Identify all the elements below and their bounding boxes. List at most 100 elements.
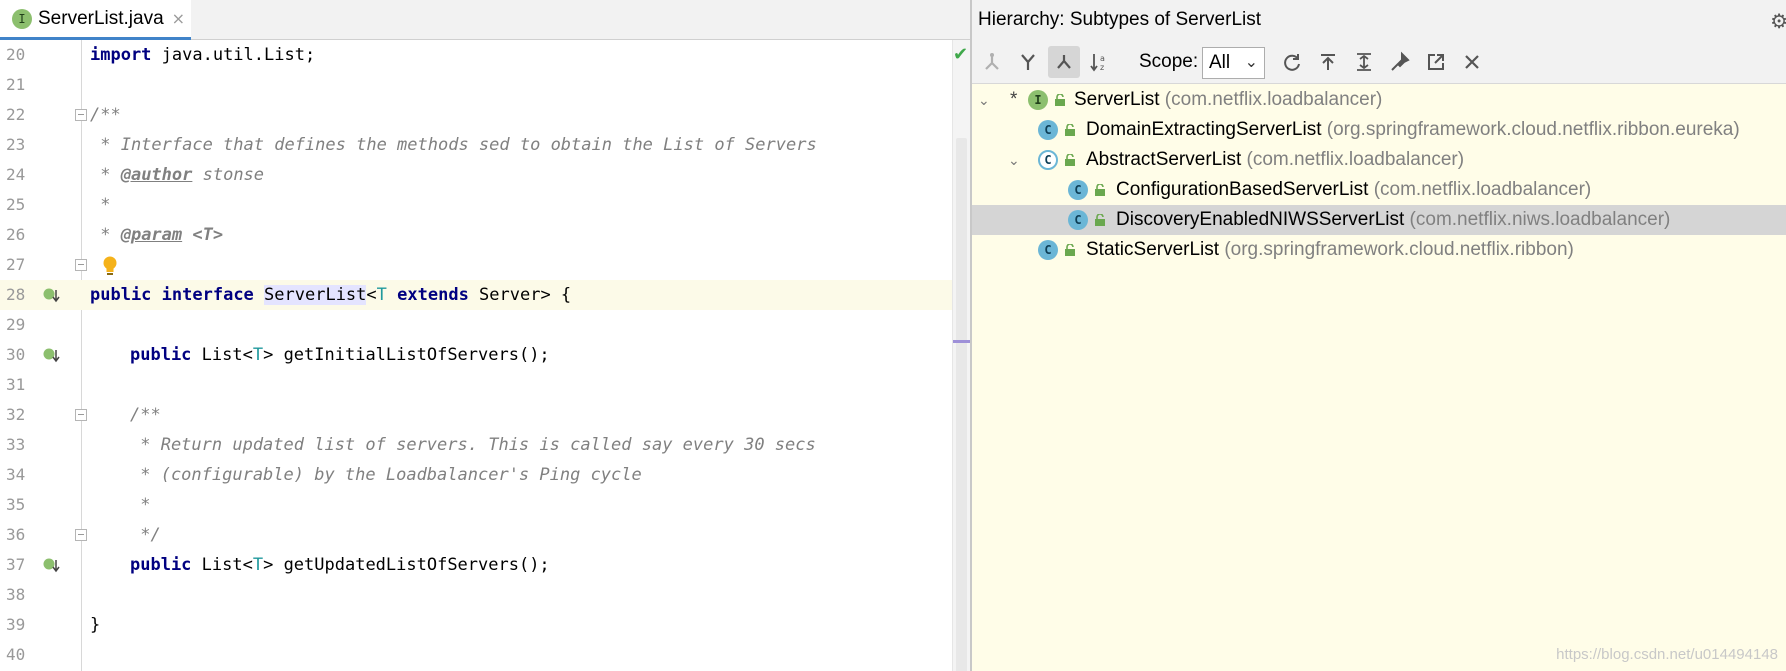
public-access-icon [1055, 94, 1065, 106]
public-access-icon [1065, 154, 1075, 166]
code-line-38[interactable]: 38 [0, 580, 970, 610]
export-button[interactable] [1312, 46, 1344, 78]
implemented-method-icon[interactable] [43, 287, 60, 304]
code-line-29[interactable]: 29 [0, 310, 970, 340]
tree-node-discoveryenabledniwsserverlist[interactable]: C DiscoveryEnabledNIWSServerList (com.ne… [972, 205, 1786, 235]
close-icon[interactable]: × [172, 9, 185, 28]
expand-all-button[interactable] [1348, 46, 1380, 78]
line-number: 31 [6, 375, 26, 394]
code-comment: * @param <T> [90, 220, 223, 250]
sort-alphabetically-button[interactable]: az [1084, 46, 1116, 78]
implemented-method-icon[interactable] [43, 347, 60, 364]
keyword: public [130, 555, 192, 575]
code-text: } [90, 615, 101, 635]
error-stripe-mark[interactable] [953, 340, 971, 343]
open-in-window-button[interactable] [1420, 46, 1452, 78]
editor-tab-bar: I ServerList.java × [0, 0, 970, 40]
code-line-24[interactable]: 24 * @author stonse [0, 160, 970, 190]
keyword: interface [161, 285, 254, 305]
code-line-35[interactable]: 35 * [0, 490, 970, 520]
type-parameter: T [252, 555, 264, 575]
fold-marker-icon[interactable] [75, 109, 87, 121]
code-editor[interactable]: I ServerList.java × 20 import java.util.… [0, 0, 971, 671]
code-line-31[interactable]: 31 [0, 370, 970, 400]
line-number: 35 [6, 495, 26, 514]
tab-label: ServerList.java [38, 7, 164, 29]
code-line-33[interactable]: 33 * Return updated list of servers. Thi… [0, 430, 970, 460]
class-icon: C [1038, 120, 1058, 140]
code-line-25[interactable]: 25 * [0, 190, 970, 220]
fold-marker-icon[interactable] [75, 259, 87, 271]
scope-dropdown[interactable]: All ⌄ [1202, 47, 1265, 79]
gear-icon[interactable]: ⚙ [1770, 9, 1786, 34]
identifier-highlight[interactable]: ServerList [264, 285, 367, 305]
code-line-26[interactable]: 26 * @param <T> [0, 220, 970, 250]
code-text: public List<T> getUpdatedListOfServers()… [130, 550, 550, 580]
tree-node-configurationbasedserverlist[interactable]: C ConfigurationBasedServerList (com.netf… [972, 175, 1786, 205]
code-comment: * [90, 195, 111, 215]
code-line-27[interactable]: 27 [0, 250, 970, 280]
code-line-23[interactable]: 23 * Interface that defines the methods … [0, 130, 970, 160]
implemented-method-icon[interactable] [43, 557, 60, 574]
code-comment: * (configurable) by the Loadbalancer's P… [130, 465, 642, 485]
code-line-21[interactable]: 21 [0, 70, 970, 100]
tree-node-serverlist[interactable]: ⌄ * I ServerList (com.netflix.loadbalanc… [972, 85, 1786, 115]
code-line-34[interactable]: 34 * (configurable) by the Loadbalancer'… [0, 460, 970, 490]
code-token: < [366, 285, 377, 305]
chevron-down-icon: ⌄ [1244, 54, 1258, 71]
javadoc-tag: @param [120, 225, 183, 245]
code-area[interactable]: 20 import java.util.List; 21 22 /** 23 *… [0, 40, 970, 671]
subtypes-hierarchy-button[interactable] [1048, 46, 1080, 78]
code-comment: */ [130, 525, 161, 545]
scope-label: Scope: [1139, 51, 1199, 72]
line-number: 24 [6, 165, 26, 184]
line-number: 22 [6, 105, 26, 124]
tree-node-abstractserverlist[interactable]: ⌄ C AbstractServerList (com.netflix.load… [972, 145, 1786, 175]
tree-node-label: StaticServerList (org.springframework.cl… [1086, 239, 1574, 261]
tree-node-staticserverlist[interactable]: C StaticServerList (org.springframework.… [972, 235, 1786, 265]
package-name: (com.netflix.loadbalancer) [1241, 149, 1465, 170]
editor-scrollbar[interactable] [952, 40, 971, 671]
code-line-22[interactable]: 22 /** [0, 100, 970, 130]
code-comment: /** [130, 405, 161, 425]
tree-node-label: ServerList (com.netflix.loadbalancer) [1074, 89, 1382, 111]
keyword: public [130, 345, 192, 365]
code-line-20[interactable]: 20 import java.util.List; [0, 40, 970, 70]
chevron-down-icon[interactable]: ⌄ [1008, 152, 1020, 169]
lightbulb-icon[interactable] [100, 255, 120, 277]
fold-marker-icon[interactable] [75, 409, 87, 421]
class-name: StaticServerList [1086, 239, 1220, 260]
line-number: 26 [6, 225, 26, 244]
code-line-37[interactable]: 37 public List<T> getUpdatedListOfServer… [0, 550, 970, 580]
sort-alpha-icon: az [1090, 54, 1105, 72]
code-comment: * @author stonse [90, 160, 264, 190]
code-comment: /** [90, 105, 121, 125]
code-line-28[interactable]: 28 public interface ServerList<T extends… [0, 280, 970, 310]
code-line-32[interactable]: 32 /** [0, 400, 970, 430]
class-icon: C [1038, 240, 1058, 260]
code-line-36[interactable]: 36 */ [0, 520, 970, 550]
supertypes-hierarchy-button[interactable] [976, 46, 1008, 78]
comment-prefix: * [90, 165, 121, 185]
code-line-40[interactable]: 40 [0, 640, 970, 670]
code-line-39[interactable]: 39 } [0, 610, 970, 640]
tab-serverlist-java[interactable]: I ServerList.java × [0, 0, 191, 40]
fold-marker-icon[interactable] [75, 529, 87, 541]
refresh-button[interactable] [1276, 46, 1308, 78]
code-line-30[interactable]: 30 public List<T> getInitialListOfServer… [0, 340, 970, 370]
line-number: 40 [6, 645, 26, 664]
line-number: 27 [6, 255, 26, 274]
close-button[interactable] [1456, 46, 1488, 78]
pin-button[interactable] [1384, 46, 1416, 78]
check-icon[interactable]: ✔ [953, 44, 968, 65]
refresh-icon [1284, 54, 1300, 71]
type-hierarchy-button[interactable] [1012, 46, 1044, 78]
close-icon [1465, 55, 1479, 69]
public-access-icon [1065, 244, 1075, 256]
tree-node-domainextractingserverlist[interactable]: C DomainExtractingServerList (org.spring… [972, 115, 1786, 145]
hierarchy-title-bar: Hierarchy: Subtypes of ServerList ⚙ [972, 0, 1786, 40]
line-number: 32 [6, 405, 26, 424]
public-access-icon [1095, 184, 1105, 196]
scrollbar-thumb[interactable] [956, 138, 967, 671]
chevron-down-icon[interactable]: ⌄ [978, 92, 990, 109]
